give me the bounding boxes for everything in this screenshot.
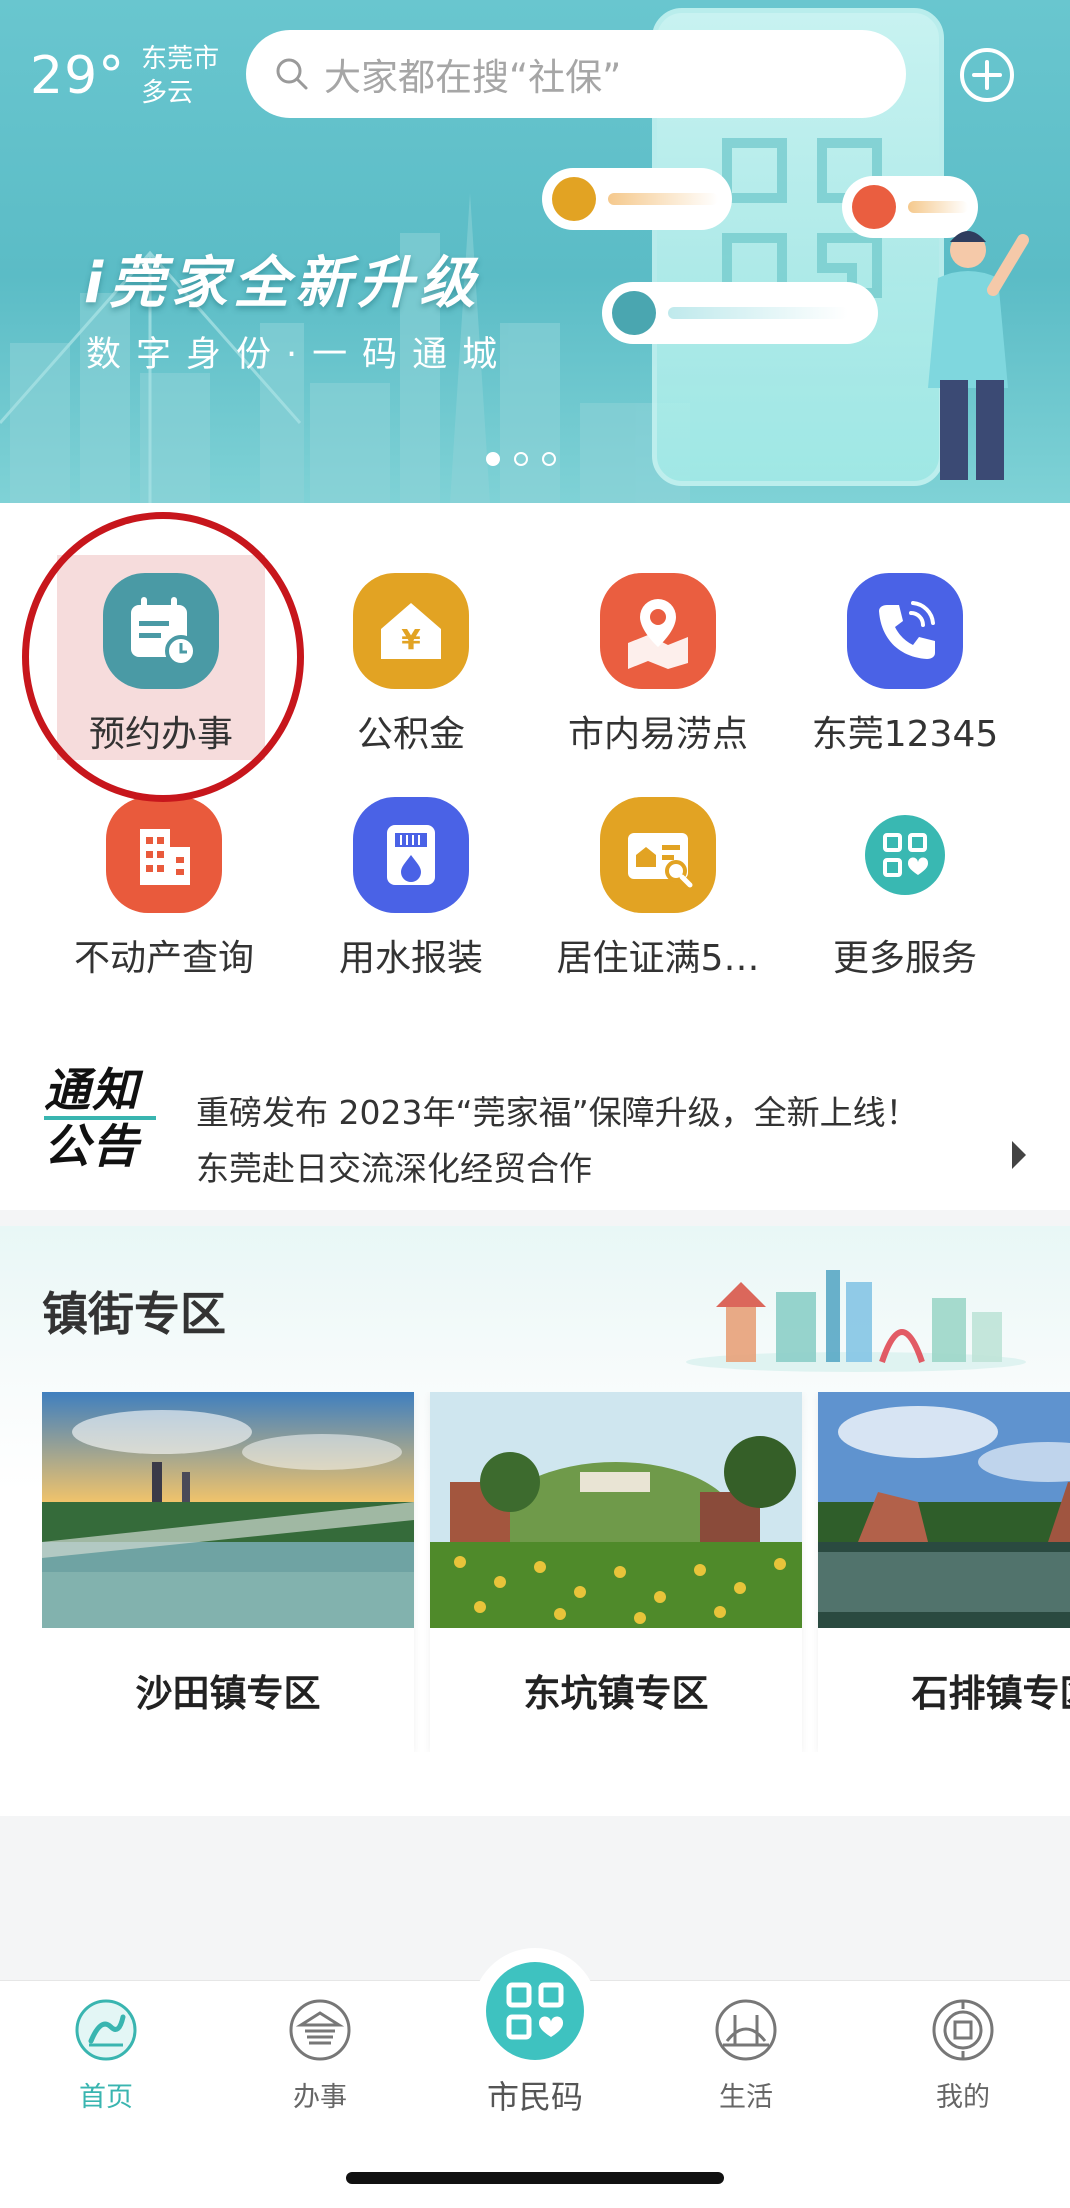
weather-condition: 多云 [141,78,194,108]
home-icon [75,1999,137,2061]
bridge-icon [715,1999,777,2061]
service-hotline[interactable]: 东莞12345 [782,573,1028,773]
town-card[interactable]: 东坑镇专区 [430,1392,802,1752]
service-label: 居住证满5… [556,938,760,979]
grid-heart-icon [847,797,963,913]
service-label: 用水报装 [338,938,483,979]
tab-label: 首页 [79,2082,133,2113]
house-yen-icon: ¥ [353,573,469,689]
banner-pill-identity [602,282,878,344]
tab-label: 生活 [719,2082,773,2113]
phone-icon [847,573,963,689]
notice-logo-top: 通知 [44,1063,140,1117]
service-property-query[interactable]: 不动产查询 [41,797,287,997]
town-zone-section: 镇街专区 沙田镇专区 东坑镇专区 石排镇专 [0,1226,1070,1816]
carousel-dot [542,452,556,466]
tab-home[interactable]: 首页 [36,1997,176,2114]
tab-label: 办事 [293,2082,347,2113]
highlight-circle-annotation [22,512,304,802]
promo-banner[interactable]: 29° 东莞市 多云 大家都在搜“社保” i莞家全新升级 数字身份·一码通城 [0,0,1070,503]
chevron-right-icon[interactable] [1012,1141,1026,1169]
service-residence-permit[interactable]: 居住证满5… [535,797,781,997]
town-photo-dongkeng [430,1392,802,1628]
citizen-code-button[interactable] [486,1962,584,2060]
qr-code-icon [506,1982,564,2040]
town-card-label: 东坑镇专区 [523,1672,709,1715]
map-pin-icon [600,573,716,689]
search-icon [276,58,308,90]
notice-logo: 通知 公告 [44,1064,156,1176]
search-placeholder: 大家都在搜“社保” [324,56,622,99]
town-card-carousel[interactable]: 沙田镇专区 东坑镇专区 石排镇专 [42,1392,1070,1752]
notice-headline[interactable]: 东莞赴日交流深化经贸合作 [196,1142,592,1190]
building-icon [106,797,222,913]
tab-life[interactable]: 生活 [676,1997,816,2114]
service-label: 东莞12345 [811,714,999,755]
town-card[interactable]: 石排镇专区 [818,1392,1070,1752]
notice-bar[interactable]: 通知 公告 重磅发布 2023年“莞家福”保障升级，全新上线！ 东莞赴日交流深化… [0,1040,1070,1210]
skyline-decoration [686,1270,1026,1372]
tab-label: 市民码 [486,2078,583,2116]
town-card-label: 沙田镇专区 [135,1672,321,1715]
banner-subtitle: 数字身份·一码通城 [86,335,513,375]
id-card-icon [600,797,716,913]
carousel-indicator [486,452,556,466]
person-illustration [928,231,1029,480]
town-photo-shatian [42,1392,414,1628]
service-flood-points[interactable]: 市内易涝点 [535,573,781,773]
town-card-label: 石排镇专区 [911,1672,1070,1715]
profile-icon [932,1999,994,2061]
service-more[interactable]: 更多服务 [782,797,1028,997]
service-label: 更多服务 [832,938,977,979]
city-name: 东莞市 [141,44,220,74]
service-label: 不动产查询 [73,938,254,979]
temperature: 29° [30,46,126,106]
notice-headline[interactable]: 重磅发布 2023年“莞家福”保障升级，全新上线！ [196,1086,919,1134]
tab-services[interactable]: 办事 [250,1997,390,2114]
carousel-dot [486,452,500,466]
service-label: 公积金 [356,714,465,755]
tab-mine[interactable]: 我的 [893,1997,1033,2114]
banner-title: i莞家全新升级 [84,251,482,316]
search-bar[interactable]: 大家都在搜“社保” [246,30,906,118]
app-screen: 29° 东莞市 多云 大家都在搜“社保” i莞家全新升级 数字身份·一码通城 预… [0,0,1070,2208]
section-title: 镇街专区 [42,1287,226,1341]
tab-label: 我的 [936,2082,990,2113]
banner-pill-fund [542,168,732,230]
water-meter-icon [353,797,469,913]
home-indicator[interactable] [346,2172,724,2184]
town-photo-shipai [818,1392,1070,1628]
service-housing-fund[interactable]: ¥ 公积金 [288,573,534,773]
notice-logo-bottom: 公告 [44,1116,156,1172]
service-label: 市内易涝点 [567,714,748,755]
weather-widget[interactable]: 29° 东莞市 多云 [30,42,219,110]
pavilion-icon [289,1999,351,2061]
add-icon[interactable] [958,46,1016,104]
service-water-install[interactable]: 用水报装 [288,797,534,997]
town-card[interactable]: 沙田镇专区 [42,1392,414,1752]
svg-text:¥: ¥ [401,623,421,656]
carousel-dot [514,452,528,466]
